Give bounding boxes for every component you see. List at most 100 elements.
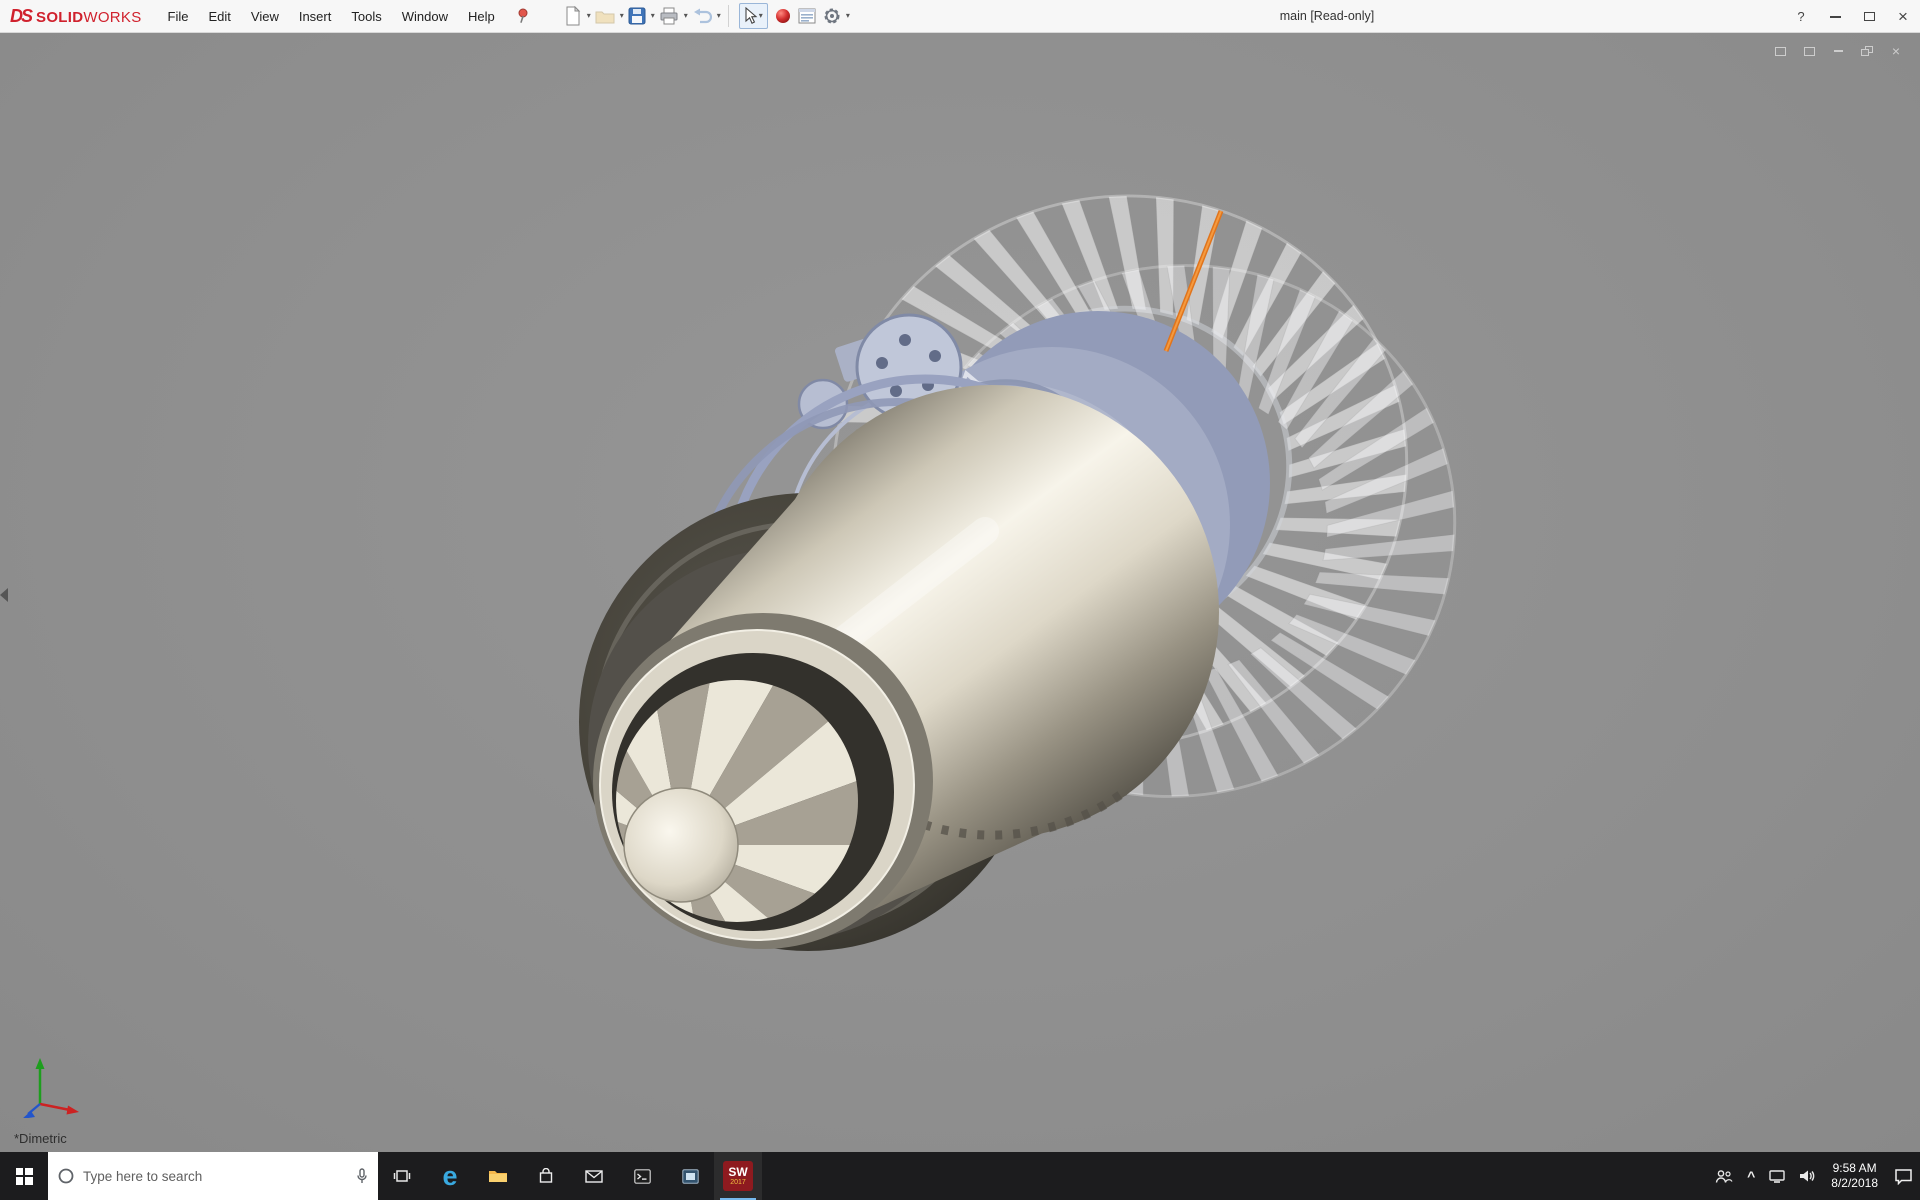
solidworks-taskbar-button[interactable]: SW 2017 — [714, 1152, 762, 1200]
start-button[interactable] — [0, 1152, 48, 1200]
orientation-triad — [10, 1034, 94, 1118]
menu-tools[interactable]: Tools — [341, 0, 391, 33]
menu-help[interactable]: Help — [458, 0, 505, 33]
dropdown-caret-icon[interactable]: ▾ — [846, 2, 850, 30]
solidworks-icon: SW 2017 — [723, 1161, 753, 1191]
help-button[interactable]: ? — [1784, 0, 1818, 33]
notification-icon — [1894, 1168, 1913, 1185]
menu-view[interactable]: View — [241, 0, 289, 33]
save-floppy-icon — [628, 7, 646, 25]
featuremanager-flyout-arrow[interactable] — [0, 588, 8, 602]
windows-taskbar: e SW 2017 — [0, 1152, 1920, 1200]
minimize-icon — [1834, 50, 1843, 52]
app-window-icon — [682, 1169, 699, 1184]
people-button[interactable] — [1708, 1152, 1740, 1200]
dropdown-caret-icon[interactable]: ▾ — [684, 2, 688, 30]
open-folder-icon — [595, 8, 615, 24]
doc-close-button[interactable]: × — [1886, 43, 1906, 59]
store-button[interactable] — [522, 1152, 570, 1200]
dropdown-caret-icon[interactable]: ▾ — [587, 2, 591, 30]
dropdown-caret-icon[interactable]: ▾ — [717, 2, 721, 30]
maximize-button[interactable] — [1852, 0, 1886, 33]
menu-file[interactable]: File — [158, 0, 199, 33]
dropdown-caret-icon[interactable]: ▾ — [759, 2, 763, 30]
action-center-button[interactable] — [1887, 1152, 1920, 1200]
chevron-up-icon: ^ — [1747, 1168, 1755, 1184]
task-view-button[interactable] — [378, 1152, 426, 1200]
select-tool-button[interactable]: ▾ — [739, 3, 768, 29]
sw-year: 2017 — [730, 1179, 746, 1186]
search-input[interactable] — [83, 1169, 347, 1184]
engine-model[interactable] — [481, 122, 1524, 1045]
restore-icon — [1861, 46, 1873, 56]
dropdown-caret-icon[interactable]: ▾ — [620, 2, 624, 30]
menubar: File Edit View Insert Tools Window Help — [158, 0, 505, 33]
file-explorer-button[interactable] — [474, 1152, 522, 1200]
undo-arrow-icon — [692, 8, 712, 24]
window-icon — [1775, 47, 1786, 56]
windows-logo-icon — [16, 1168, 33, 1185]
taskbar-search[interactable] — [48, 1152, 378, 1200]
doc-restore-button[interactable] — [1857, 43, 1877, 59]
cursor-arrow-icon — [744, 7, 758, 25]
minimize-button[interactable] — [1818, 0, 1852, 33]
folder-icon — [488, 1168, 508, 1184]
window-icon — [1804, 47, 1815, 56]
graphics-area[interactable]: × *Dimetric — [0, 33, 1920, 1152]
mail-button[interactable] — [570, 1152, 618, 1200]
shopping-bag-icon — [538, 1168, 554, 1184]
menu-insert[interactable]: Insert — [289, 0, 342, 33]
print-button[interactable] — [656, 2, 682, 30]
brand-works: WORKS — [83, 9, 141, 26]
undo-button[interactable] — [689, 2, 715, 30]
doc-window-icon[interactable] — [1799, 43, 1819, 59]
orientation-label: *Dimetric — [14, 1131, 67, 1146]
console-icon — [634, 1169, 651, 1184]
pushpin-icon — [515, 8, 530, 24]
sw-label: SW — [728, 1166, 747, 1178]
tray-overflow-button[interactable]: ^ — [1740, 1152, 1762, 1200]
printer-icon — [659, 7, 679, 25]
task-view-icon — [393, 1168, 411, 1184]
command-prompt-button[interactable] — [618, 1152, 666, 1200]
window-controls: ? × — [1784, 0, 1920, 33]
close-button[interactable]: × — [1886, 0, 1920, 33]
x-axis-arrow — [67, 1106, 80, 1115]
volume-button[interactable] — [1792, 1152, 1822, 1200]
solidworks-logo: DS SOLID WORKS — [0, 6, 158, 27]
edge-icon: e — [442, 1163, 457, 1190]
menu-window[interactable]: Window — [392, 0, 458, 33]
open-button[interactable] — [592, 2, 618, 30]
y-axis-arrow — [36, 1058, 45, 1069]
doc-minimize-button[interactable] — [1828, 43, 1848, 59]
menu-edit[interactable]: Edit — [198, 0, 240, 33]
pin-menu-button[interactable] — [511, 4, 535, 28]
ds-logo-icon: DS — [10, 6, 31, 27]
network-button[interactable] — [1762, 1152, 1792, 1200]
speaker-icon — [1799, 1169, 1815, 1183]
app-titlebar: DS SOLID WORKS File Edit View Insert Too… — [0, 0, 1920, 33]
clock-date: 8/2/2018 — [1831, 1176, 1878, 1191]
red-sphere-icon — [775, 8, 791, 24]
options-button[interactable] — [820, 2, 844, 30]
maximize-icon — [1864, 12, 1875, 21]
people-icon — [1715, 1169, 1733, 1184]
document-window-controls: × — [1770, 43, 1906, 59]
system-tray: ^ 9:58 AM 8/2/2018 — [1708, 1152, 1920, 1200]
network-icon — [1769, 1169, 1785, 1184]
task-pane-button[interactable] — [795, 2, 819, 30]
new-document-button[interactable] — [561, 2, 585, 30]
save-button[interactable] — [625, 2, 649, 30]
taskbar-clock[interactable]: 9:58 AM 8/2/2018 — [1822, 1152, 1887, 1200]
tail-cone-tip — [624, 788, 738, 902]
doc-window-icon[interactable] — [1770, 43, 1790, 59]
taskbar-app-button[interactable] — [666, 1152, 714, 1200]
microphone-icon[interactable] — [356, 1168, 368, 1184]
edge-button[interactable]: e — [426, 1152, 474, 1200]
dropdown-caret-icon[interactable]: ▾ — [651, 2, 655, 30]
viewport-canvas[interactable] — [0, 33, 1920, 1152]
gear-icon — [823, 7, 841, 25]
document-title: main [Read-only] — [1280, 0, 1375, 33]
minimize-icon — [1830, 16, 1841, 18]
appearance-sphere-button[interactable] — [772, 2, 794, 30]
